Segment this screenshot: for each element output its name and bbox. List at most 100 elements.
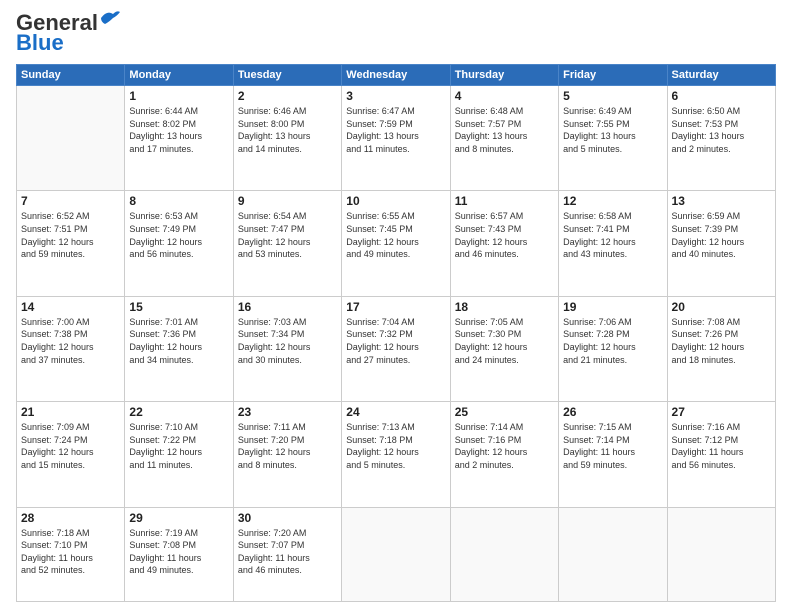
day-info-line: Daylight: 11 hours	[21, 553, 93, 563]
calendar-cell: 7Sunrise: 6:52 AMSunset: 7:51 PMDaylight…	[17, 191, 125, 296]
day-info-line: Daylight: 13 hours	[455, 131, 528, 141]
day-info-line: and 30 minutes.	[238, 355, 302, 365]
day-info-line: Sunset: 8:02 PM	[129, 119, 196, 129]
day-info-line: Daylight: 12 hours	[672, 342, 745, 352]
day-info-line: Daylight: 13 hours	[238, 131, 311, 141]
day-info-line: Daylight: 12 hours	[346, 237, 419, 247]
day-info-line: Daylight: 12 hours	[21, 342, 94, 352]
week-row-4: 21 Sunrise: 7:09 AMSunset: 7:24 PMDayligh…	[17, 402, 776, 507]
day-info-line: Sunrise: 7:18 AM	[21, 528, 90, 538]
day-info: Sunrise: 6:57 AMSunset: 7:43 PMDaylight:…	[455, 210, 554, 260]
calendar-cell: 30Sunrise: 7:20 AMSunset: 7:07 PMDayligh…	[233, 507, 341, 601]
day-info-line: Sunset: 7:36 PM	[129, 329, 196, 339]
day-info-line: Sunset: 7:26 PM	[672, 329, 739, 339]
day-info-line: and 43 minutes.	[563, 249, 627, 259]
day-info-line: Daylight: 12 hours	[455, 342, 528, 352]
day-number: 25	[455, 405, 554, 419]
week-row-3: 14Sunrise: 7:00 AMSunset: 7:38 PMDayligh…	[17, 296, 776, 401]
day-info-line: Sunset: 7:20 PM	[238, 435, 305, 445]
day-info-line: Daylight: 12 hours	[238, 237, 311, 247]
day-info-line: Sunrise: 7:13 AM	[346, 422, 415, 432]
day-info-line: Daylight: 13 hours	[129, 131, 202, 141]
calendar-cell: 24Sunrise: 7:13 AMSunset: 7:18 PMDayligh…	[342, 402, 450, 507]
day-info-line: Sunrise: 7:20 AM	[238, 528, 307, 538]
day-info-line: Sunset: 7:47 PM	[238, 224, 305, 234]
day-info-line: Sunrise: 6:49 AM	[563, 106, 632, 116]
day-info-line: Sunset: 7:55 PM	[563, 119, 630, 129]
day-info: Sunrise: 6:54 AMSunset: 7:47 PMDaylight:…	[238, 210, 337, 260]
day-info-line: Sunrise: 6:58 AM	[563, 211, 632, 221]
day-info-line: Sunset: 7:39 PM	[672, 224, 739, 234]
day-info-line: and 8 minutes.	[455, 144, 514, 154]
day-info-line: Sunrise: 7:00 AM	[21, 317, 90, 327]
day-info-line: Sunrise: 6:59 AM	[672, 211, 741, 221]
calendar-cell: 2Sunrise: 6:46 AMSunset: 8:00 PMDaylight…	[233, 86, 341, 191]
day-info-line: and 2 minutes.	[455, 460, 514, 470]
day-info: Sunrise: 6:53 AMSunset: 7:49 PMDaylight:…	[129, 210, 228, 260]
day-info: Sunrise: 6:50 AMSunset: 7:53 PMDaylight:…	[672, 105, 771, 155]
day-number: 20	[672, 300, 771, 314]
day-info-line: Daylight: 11 hours	[238, 553, 310, 563]
day-info-line: and 46 minutes.	[455, 249, 519, 259]
day-number: 15	[129, 300, 228, 314]
calendar-cell: 26Sunrise: 7:15 AMSunset: 7:14 PMDayligh…	[559, 402, 667, 507]
day-info: Sunrise: 7:01 AMSunset: 7:36 PMDaylight:…	[129, 316, 228, 366]
day-info-line: and 40 minutes.	[672, 249, 736, 259]
day-info-line: Sunset: 7:12 PM	[672, 435, 739, 445]
day-info-line: and 17 minutes.	[129, 144, 193, 154]
day-info: Sunrise: 7:06 AMSunset: 7:28 PMDaylight:…	[563, 316, 662, 366]
day-info-line: and 34 minutes.	[129, 355, 193, 365]
day-info-line: and 49 minutes.	[129, 565, 193, 575]
day-number: 21	[21, 405, 120, 419]
day-info-line: and 18 minutes.	[672, 355, 736, 365]
day-info-line: Sunrise: 7:04 AM	[346, 317, 415, 327]
day-info-line: Daylight: 13 hours	[672, 131, 745, 141]
day-number: 4	[455, 89, 554, 103]
day-info: Sunrise: 6:48 AMSunset: 7:57 PMDaylight:…	[455, 105, 554, 155]
day-info: Sunrise: 6:58 AMSunset: 7:41 PMDaylight:…	[563, 210, 662, 260]
day-info-line: Sunrise: 6:57 AM	[455, 211, 524, 221]
day-info: Sunrise: 7:09 AMSunset: 7:24 PMDaylight:…	[21, 421, 120, 471]
calendar-cell: 4 Sunrise: 6:48 AMSunset: 7:57 PMDaylight…	[450, 86, 558, 191]
day-info-line: Daylight: 13 hours	[346, 131, 419, 141]
day-info-line: and 59 minutes.	[21, 249, 85, 259]
day-info: Sunrise: 7:13 AMSunset: 7:18 PMDaylight:…	[346, 421, 445, 471]
day-info-line: and 5 minutes.	[346, 460, 405, 470]
day-info-line: Sunset: 7:51 PM	[21, 224, 88, 234]
day-info-line: Sunset: 7:14 PM	[563, 435, 630, 445]
day-number: 8	[129, 194, 228, 208]
day-info: Sunrise: 6:49 AMSunset: 7:55 PMDaylight:…	[563, 105, 662, 155]
day-info-line: and 46 minutes.	[238, 565, 302, 575]
day-info: Sunrise: 7:19 AMSunset: 7:08 PMDaylight:…	[129, 527, 228, 577]
calendar-cell	[667, 507, 775, 601]
weekday-header-saturday: Saturday	[667, 65, 775, 86]
weekday-header-monday: Monday	[125, 65, 233, 86]
day-info: Sunrise: 7:00 AMSunset: 7:38 PMDaylight:…	[21, 316, 120, 366]
day-number: 23	[238, 405, 337, 419]
day-info: Sunrise: 7:04 AMSunset: 7:32 PMDaylight:…	[346, 316, 445, 366]
calendar-cell: 25Sunrise: 7:14 AMSunset: 7:16 PMDayligh…	[450, 402, 558, 507]
weekday-header-wednesday: Wednesday	[342, 65, 450, 86]
day-number: 22	[129, 405, 228, 419]
day-info: Sunrise: 6:52 AMSunset: 7:51 PMDaylight:…	[21, 210, 120, 260]
calendar-cell: 3Sunrise: 6:47 AMSunset: 7:59 PMDaylight…	[342, 86, 450, 191]
calendar-cell: 1Sunrise: 6:44 AMSunset: 8:02 PMDaylight…	[125, 86, 233, 191]
day-info-line: Daylight: 12 hours	[563, 237, 636, 247]
day-info-line: and 24 minutes.	[455, 355, 519, 365]
weekday-header-thursday: Thursday	[450, 65, 558, 86]
day-number: 29	[129, 511, 228, 525]
day-info-line: Daylight: 12 hours	[455, 237, 528, 247]
day-info-line: Sunset: 7:18 PM	[346, 435, 413, 445]
day-info-line: Sunset: 7:49 PM	[129, 224, 196, 234]
day-info-line: Sunset: 7:59 PM	[346, 119, 413, 129]
day-info-line: Sunset: 7:08 PM	[129, 540, 196, 550]
day-number: 16	[238, 300, 337, 314]
day-info: Sunrise: 6:47 AMSunset: 7:59 PMDaylight:…	[346, 105, 445, 155]
calendar-cell	[450, 507, 558, 601]
day-info-line: Daylight: 11 hours	[672, 447, 744, 457]
day-info: Sunrise: 7:05 AMSunset: 7:30 PMDaylight:…	[455, 316, 554, 366]
day-info: Sunrise: 6:59 AMSunset: 7:39 PMDaylight:…	[672, 210, 771, 260]
calendar-cell: 19Sunrise: 7:06 AMSunset: 7:28 PMDayligh…	[559, 296, 667, 401]
day-number: 17	[346, 300, 445, 314]
day-info-line: Sunrise: 7:16 AM	[672, 422, 741, 432]
